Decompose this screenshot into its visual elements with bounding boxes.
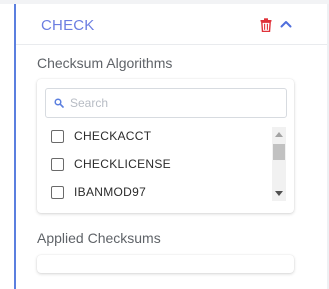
algorithm-list: CHECKACCT CHECKLICENSE IBANMOD97: [37, 123, 273, 207]
list-scrollbar[interactable]: [272, 127, 286, 201]
search-input[interactable]: [70, 93, 275, 113]
checkbox[interactable]: [51, 158, 64, 171]
checksum-algorithms-label: Checksum Algorithms: [37, 55, 173, 71]
scroll-thumb[interactable]: [273, 144, 285, 160]
item-label: CHECKLICENSE: [74, 157, 171, 171]
item-label: IBANMOD97: [74, 185, 147, 199]
list-item[interactable]: CHECKLICENSE: [37, 151, 273, 179]
panel-title: CHECK: [41, 17, 95, 34]
check-panel: CHECK Checksum Algorithms CHECKACCT: [14, 4, 329, 289]
list-item[interactable]: CHECKACCT: [37, 123, 273, 151]
item-label: CHECKACCT: [74, 129, 152, 143]
search-icon: [54, 98, 64, 108]
checksum-algorithms-card: CHECKACCT CHECKLICENSE IBANMOD97: [37, 79, 294, 213]
checkbox[interactable]: [51, 130, 64, 143]
applied-checksums-label: Applied Checksums: [37, 230, 161, 246]
panel-header[interactable]: CHECK: [16, 4, 327, 45]
scroll-up-arrow[interactable]: [275, 132, 283, 137]
search-box[interactable]: [45, 88, 287, 118]
trash-icon[interactable]: [260, 18, 272, 32]
checkbox[interactable]: [51, 186, 64, 199]
list-item[interactable]: IBANMOD97: [37, 179, 273, 207]
scroll-down-arrow[interactable]: [275, 191, 283, 196]
applied-checksums-list[interactable]: [37, 255, 294, 273]
chevron-up-icon[interactable]: [279, 18, 293, 30]
